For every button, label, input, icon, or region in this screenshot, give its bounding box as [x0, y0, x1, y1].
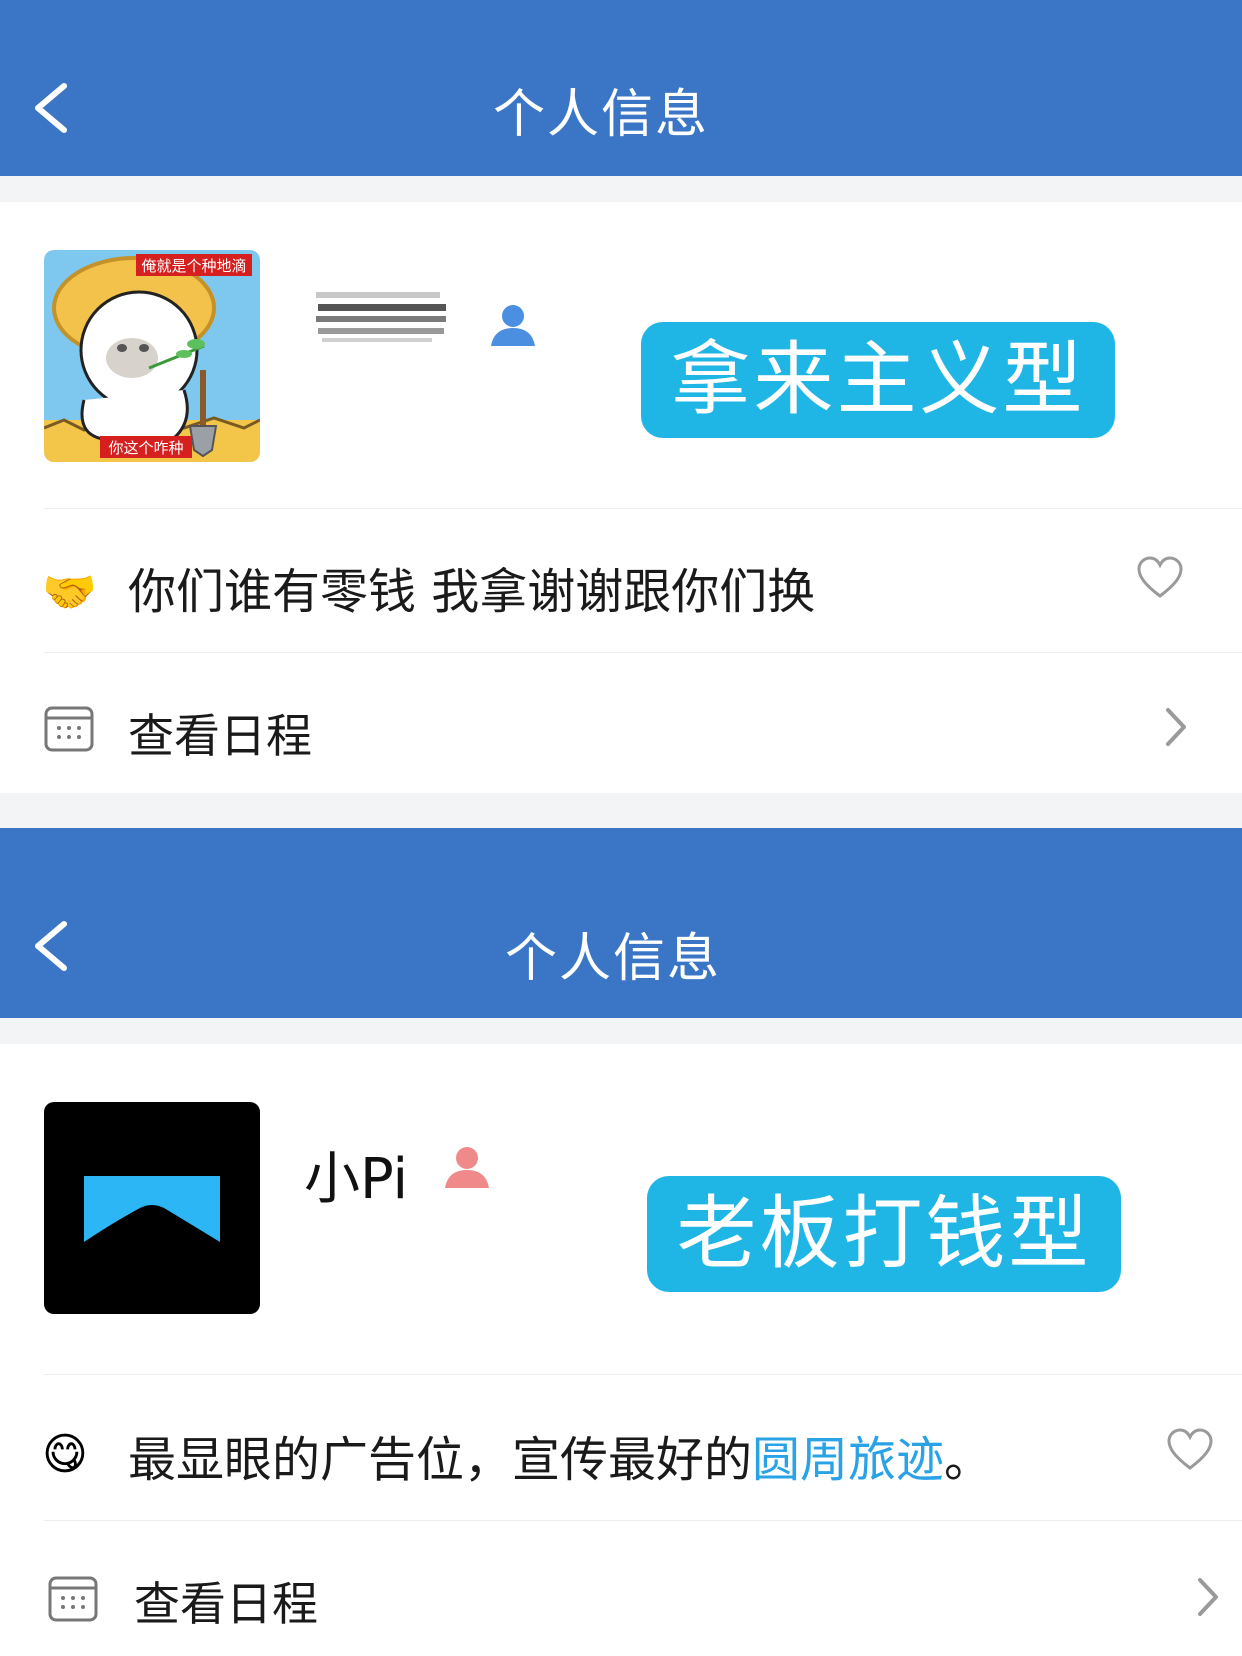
- status-text: 最显眼的广告位，宣传最好的圆周旅迹。: [128, 1420, 992, 1490]
- username: 小Pi: [304, 1147, 409, 1212]
- heart-icon[interactable]: [1136, 556, 1184, 600]
- user-icon: [491, 305, 535, 346]
- divider: [44, 508, 1242, 509]
- user-icon: [445, 1147, 489, 1188]
- page-title: 个人信息: [492, 85, 709, 145]
- profile-card: 小Pi 老板打钱型 😋 最显眼的广告位，宣传最好的圆周旅迹。 查看日程: [0, 1044, 1242, 1656]
- page-title: 个人信息: [504, 929, 721, 989]
- avatar-caption-top: 俺就是个种地滴: [141, 257, 246, 275]
- divider: [44, 652, 1242, 653]
- status-link[interactable]: 圆周旅迹: [752, 1432, 944, 1488]
- avatar[interactable]: 俺就是个种地滴 你这个咋种: [44, 250, 260, 462]
- schedule-label: 查看日程: [134, 1577, 318, 1631]
- heart-icon[interactable]: [1166, 1428, 1214, 1472]
- handshake-emoji: 🤝: [42, 567, 97, 618]
- avatar-image: 俺就是个种地滴 你这个咋种: [44, 250, 260, 462]
- profile-panel-1: 个人信息 俺就是个种地滴 你这个咋种 拿来主义型 🤝 你们谁有零钱 我拿谢谢跟你…: [0, 0, 1242, 793]
- schedule-label: 查看日程: [128, 709, 312, 763]
- logo-image: [84, 1176, 220, 1242]
- chevron-right-icon: [1166, 708, 1186, 746]
- calendar-icon: [44, 706, 94, 752]
- chevron-right-icon: [1198, 1578, 1218, 1616]
- smile-emoji: 😋: [42, 1429, 88, 1480]
- avatar[interactable]: [44, 1102, 260, 1314]
- divider: [44, 1520, 1242, 1521]
- username-redacted: [316, 292, 446, 342]
- profile-card: 俺就是个种地滴 你这个咋种 拿来主义型 🤝 你们谁有零钱 我拿谢谢跟你们换 查看…: [0, 202, 1242, 793]
- status-text: 你们谁有零钱 我拿谢谢跟你们换: [128, 564, 816, 620]
- profile-panel-2: 个人信息 小Pi 老板打钱型 😋 最显眼的广告位，宣传最好的圆周旅迹。 查看日程: [0, 828, 1242, 1656]
- header-bar: 个人信息: [0, 0, 1242, 176]
- header-bar: 个人信息: [0, 828, 1242, 1018]
- status-text-suffix: 。: [944, 1432, 993, 1488]
- personality-tag: 老板打钱型: [647, 1176, 1121, 1292]
- divider: [44, 1374, 1242, 1375]
- personality-tag: 拿来主义型: [641, 322, 1115, 438]
- avatar-caption-bottom: 你这个咋种: [108, 439, 183, 457]
- calendar-icon: [48, 1576, 98, 1622]
- status-text-prefix: 最显眼的广告位，宣传最好的: [128, 1432, 753, 1488]
